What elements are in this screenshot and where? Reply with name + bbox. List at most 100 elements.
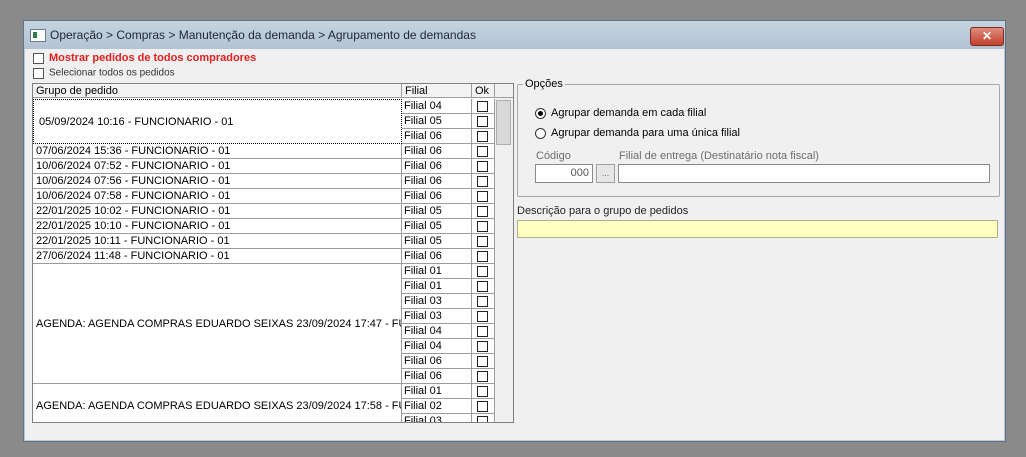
filial-cell[interactable]: Filial 01 <box>402 384 472 399</box>
column-header-ok[interactable]: Ok <box>472 84 495 98</box>
filial-cell[interactable]: Filial 06 <box>402 159 472 174</box>
filial-cell[interactable]: Filial 02 <box>402 399 472 414</box>
filial-cell[interactable]: Filial 03 <box>402 309 472 324</box>
ok-checkbox[interactable] <box>477 311 488 322</box>
ok-cell <box>472 369 495 384</box>
ok-cell <box>472 219 495 234</box>
radio-single-branch-label: Agrupar demanda para uma única filial <box>551 127 740 140</box>
ok-checkbox[interactable] <box>477 161 488 172</box>
ok-cell <box>472 279 495 294</box>
ok-cell <box>472 384 495 399</box>
order-group-cell[interactable]: AGENDA: AGENDA COMPRAS EDUARDO SEIXAS 23… <box>33 384 402 422</box>
scrollbar-thumb[interactable] <box>496 100 511 145</box>
ok-cell <box>472 294 495 309</box>
filial-cell[interactable]: Filial 05 <box>402 114 472 129</box>
order-group-cell[interactable]: AGENDA: AGENDA COMPRAS EDUARDO SEIXAS 23… <box>33 264 402 384</box>
ok-checkbox[interactable] <box>477 416 488 422</box>
ok-cell <box>472 354 495 369</box>
ok-checkbox[interactable] <box>477 281 488 292</box>
filial-cell[interactable]: Filial 03 <box>402 294 472 309</box>
filial-cell[interactable]: Filial 03 <box>402 414 472 422</box>
ok-checkbox[interactable] <box>477 251 488 262</box>
ok-checkbox[interactable] <box>477 116 488 127</box>
radio-each-branch-dot[interactable] <box>535 107 546 119</box>
ok-cell <box>472 399 495 414</box>
filial-cell[interactable]: Filial 01 <box>402 264 472 279</box>
radio-single-branch-dot[interactable] <box>535 127 546 139</box>
ok-checkbox[interactable] <box>477 341 488 352</box>
close-button[interactable]: ✕ <box>970 27 1004 46</box>
order-group-cell[interactable]: 22/01/2025 10:10 - FUNCIONARIO - 01 <box>33 219 402 234</box>
show-all-buyers-box[interactable] <box>33 52 44 64</box>
header-spacer <box>495 84 513 98</box>
select-all-checkbox[interactable]: Selecionar todos os pedidos <box>33 67 175 79</box>
ok-checkbox[interactable] <box>477 296 488 307</box>
filial-entrega-input[interactable] <box>618 164 990 183</box>
ok-cell <box>472 324 495 339</box>
select-all-label: Selecionar todos os pedidos <box>49 67 175 79</box>
options-legend: Opções <box>523 78 565 90</box>
ok-checkbox[interactable] <box>477 221 488 232</box>
filial-cell[interactable]: Filial 01 <box>402 279 472 294</box>
ok-checkbox[interactable] <box>477 326 488 337</box>
app-icon <box>30 29 46 42</box>
select-all-box[interactable] <box>33 67 44 79</box>
title-bar[interactable]: Operação > Compras > Manutenção da deman… <box>24 21 1005 49</box>
ok-cell <box>472 114 495 129</box>
ok-cell <box>472 144 495 159</box>
description-input[interactable] <box>517 220 998 238</box>
filial-cell[interactable]: Filial 04 <box>402 324 472 339</box>
show-all-buyers-label: Mostrar pedidos de todos compradores <box>49 52 257 65</box>
filial-cell[interactable]: Filial 05 <box>402 234 472 249</box>
order-group-cell[interactable]: 22/01/2025 10:11 - FUNCIONARIO - 01 <box>33 234 402 249</box>
codigo-input[interactable]: 000 <box>535 164 593 183</box>
filial-cell[interactable]: Filial 05 <box>402 219 472 234</box>
order-group-cell[interactable]: 10/06/2024 07:52 - FUNCIONARIO - 01 <box>33 159 402 174</box>
radio-each-branch-label: Agrupar demanda em cada filial <box>551 107 707 120</box>
order-group-cell[interactable]: 10/06/2024 07:58 - FUNCIONARIO - 01 <box>33 189 402 204</box>
ok-checkbox[interactable] <box>477 401 488 412</box>
ok-checkbox[interactable] <box>477 101 488 112</box>
filial-cell[interactable]: Filial 05 <box>402 204 472 219</box>
ok-checkbox[interactable] <box>477 206 488 217</box>
filial-cell[interactable]: Filial 06 <box>402 174 472 189</box>
show-all-buyers-checkbox[interactable]: Mostrar pedidos de todos compradores <box>33 52 256 64</box>
ok-checkbox[interactable] <box>477 146 488 157</box>
ok-checkbox[interactable] <box>477 371 488 382</box>
ok-cell <box>472 249 495 264</box>
ok-cell <box>472 99 495 114</box>
filial-cell[interactable]: Filial 06 <box>402 189 472 204</box>
ok-checkbox[interactable] <box>477 176 488 187</box>
order-group-cell[interactable]: 10/06/2024 07:56 - FUNCIONARIO - 01 <box>33 174 402 189</box>
ok-cell <box>472 174 495 189</box>
filial-cell[interactable]: Filial 06 <box>402 129 472 144</box>
codigo-lookup-button[interactable]: ... <box>596 164 615 183</box>
radio-single-branch[interactable]: Agrupar demanda para uma única filial <box>535 127 740 139</box>
ok-cell <box>472 159 495 174</box>
ok-cell <box>472 204 495 219</box>
order-group-cell[interactable]: 05/09/2024 10:16 - FUNCIONARIO - 01 <box>33 99 402 144</box>
filial-cell[interactable]: Filial 06 <box>402 354 472 369</box>
ok-checkbox[interactable] <box>477 386 488 397</box>
order-group-cell[interactable]: 27/06/2024 11:48 - FUNCIONARIO - 01 <box>33 249 402 264</box>
ok-cell <box>472 234 495 249</box>
ok-checkbox[interactable] <box>477 266 488 277</box>
radio-each-branch[interactable]: Agrupar demanda em cada filial <box>535 107 706 119</box>
column-header-filial[interactable]: Filial <box>402 84 472 98</box>
order-group-cell[interactable]: 07/06/2024 15:36 - FUNCIONARIO - 01 <box>33 144 402 159</box>
order-group-cell[interactable]: 22/01/2025 10:02 - FUNCIONARIO - 01 <box>33 204 402 219</box>
filial-cell[interactable]: Filial 06 <box>402 369 472 384</box>
ok-cell <box>472 129 495 144</box>
filial-entrega-label: Filial de entrega (Destinatário nota fis… <box>619 150 819 162</box>
vertical-scrollbar[interactable] <box>495 98 513 422</box>
ok-checkbox[interactable] <box>477 236 488 247</box>
ok-checkbox[interactable] <box>477 356 488 367</box>
filial-cell[interactable]: Filial 04 <box>402 339 472 354</box>
ok-checkbox[interactable] <box>477 191 488 202</box>
filial-cell[interactable]: Filial 04 <box>402 99 472 114</box>
filial-cell[interactable]: Filial 06 <box>402 144 472 159</box>
column-header-grupo[interactable]: Grupo de pedido <box>33 84 402 98</box>
codigo-label: Código <box>536 150 571 162</box>
filial-cell[interactable]: Filial 06 <box>402 249 472 264</box>
ok-checkbox[interactable] <box>477 131 488 142</box>
